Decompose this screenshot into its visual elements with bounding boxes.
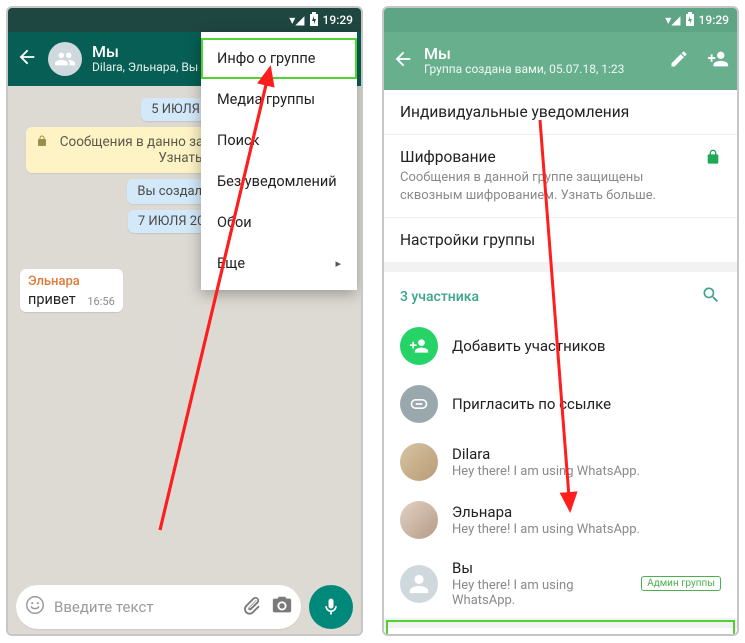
- group-avatar[interactable]: [48, 42, 82, 76]
- status-time: 19:29: [323, 13, 353, 27]
- row-member-you[interactable]: Вы Hey there! I am using WhatsApp. Админ…: [384, 549, 737, 618]
- edit-icon[interactable]: [669, 49, 689, 73]
- emoji-icon[interactable]: [24, 594, 46, 620]
- avatar: [400, 443, 438, 481]
- status-time: 19:29: [699, 13, 729, 27]
- lock-icon: [36, 134, 48, 152]
- phone-group-info-screen: ▾◢ 19:29 Мы Группа создана вами, 05.07.1…: [382, 6, 739, 636]
- add-person-icon[interactable]: [707, 48, 729, 74]
- menu-search[interactable]: Поиск: [201, 120, 357, 161]
- input-placeholder: Введите текст: [54, 598, 233, 616]
- message-input[interactable]: Введите текст: [16, 585, 301, 629]
- search-icon[interactable]: [701, 285, 721, 309]
- group-title: Мы: [424, 45, 659, 63]
- camera-icon[interactable]: [271, 594, 293, 620]
- status-bar: ▾◢ 19:29: [8, 8, 361, 32]
- menu-more[interactable]: Еще ▸: [201, 243, 357, 284]
- row-member-elnara[interactable]: Эльнара Hey there! I am using WhatsApp.: [384, 491, 737, 549]
- group-info-content: Индивидуальные уведомления Шифрование Со…: [384, 90, 737, 634]
- signal-icon: ▾◢: [289, 13, 304, 27]
- battery-icon: [685, 12, 695, 29]
- menu-wallpaper[interactable]: Обои: [201, 202, 357, 243]
- row-individual-notifications[interactable]: Индивидуальные уведомления: [384, 90, 737, 135]
- add-person-icon: [400, 327, 438, 365]
- menu-group-media[interactable]: Медиа группы: [201, 79, 357, 120]
- back-icon[interactable]: [392, 48, 414, 74]
- attach-icon[interactable]: [241, 594, 263, 620]
- row-invite-link[interactable]: Пригласить по ссылке: [384, 375, 737, 433]
- incoming-sender: Эльнара: [28, 274, 115, 289]
- message-input-bar: Введите текст: [8, 580, 361, 634]
- phone-chat-screen: ▾◢ 19:29 Мы Dilara, Эльнара, Вы 5 ИЮЛЯ 2…: [6, 6, 363, 636]
- row-group-settings[interactable]: Настройки группы: [384, 218, 737, 262]
- menu-mute[interactable]: Без уведомлений: [201, 161, 357, 202]
- lock-icon: [705, 148, 721, 170]
- back-icon[interactable]: [16, 46, 38, 72]
- row-exit-group[interactable]: Выйти из группы: [384, 618, 737, 634]
- group-subtitle: Группа создана вами, 05.07.18, 1:23: [424, 63, 659, 77]
- battery-icon: [309, 12, 319, 29]
- avatar: [400, 501, 438, 539]
- participants-header: 3 участника: [384, 262, 737, 317]
- admin-badge: Админ группы: [641, 576, 721, 591]
- mic-button[interactable]: [309, 585, 353, 629]
- group-title-block: Мы Группа создана вами, 05.07.18, 1:23: [424, 45, 659, 77]
- group-info-app-bar: Мы Группа создана вами, 05.07.18, 1:23: [384, 32, 737, 90]
- status-bar: ▾◢ 19:29: [384, 8, 737, 32]
- incoming-message[interactable]: Эльнара привет 16:56: [20, 269, 123, 312]
- link-icon: [400, 385, 438, 423]
- annotation-highlight: [213, 30, 367, 74]
- row-encryption[interactable]: Шифрование Сообщения в данной группе защ…: [384, 135, 737, 218]
- row-add-participants[interactable]: Добавить участников: [384, 317, 737, 375]
- signal-icon: ▾◢: [665, 13, 680, 27]
- row-member-dilara[interactable]: Dilara Hey there! I am using WhatsApp.: [384, 433, 737, 491]
- avatar: [400, 565, 438, 603]
- chevron-right-icon: ▸: [335, 257, 341, 270]
